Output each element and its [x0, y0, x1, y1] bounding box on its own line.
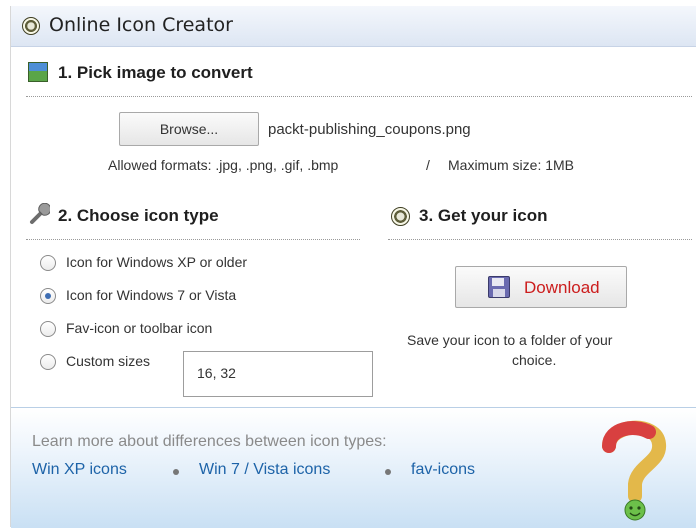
download-label: Download [524, 278, 600, 297]
option-favicon-label[interactable]: Fav-icon or toolbar icon [66, 320, 212, 336]
browse-button[interactable]: Browse... [119, 112, 259, 146]
window-title: Online Icon Creator [49, 14, 233, 36]
get-icon-ring-icon [391, 207, 410, 226]
section-get-title: 3. Get your icon [419, 206, 548, 225]
custom-sizes-input[interactable]: 16, 32 [183, 351, 373, 397]
divider-get [388, 239, 692, 240]
app-window: Online Icon Creator 1. Pick image to con… [10, 6, 696, 528]
option-custom-label[interactable]: Custom sizes [66, 353, 150, 369]
radio-win7[interactable] [40, 288, 56, 304]
separator: / [426, 157, 430, 173]
selected-filename: packt-publishing_coupons.png [268, 121, 471, 138]
divider-pick [26, 96, 692, 97]
option-win7-label[interactable]: Icon for Windows 7 or Vista [66, 287, 236, 303]
radio-selected-dot [45, 293, 51, 299]
link-win-xp-icons[interactable]: Win XP icons [32, 461, 127, 479]
download-button[interactable]: Download [455, 266, 627, 308]
max-size: Maximum size: 1MB [448, 157, 575, 173]
option-xp-label[interactable]: Icon for Windows XP or older [66, 254, 247, 270]
bullet-2 [385, 469, 391, 475]
picture-icon [28, 62, 48, 82]
save-text-line2: choice. [512, 352, 557, 368]
link-win7-vista-icons[interactable]: Win 7 / Vista icons [199, 461, 330, 479]
help-question-icon [595, 418, 675, 526]
divider-type [26, 239, 360, 240]
radio-custom[interactable] [40, 354, 56, 370]
app-ring-icon [22, 17, 40, 35]
section-type-title: 2. Choose icon type [58, 206, 219, 225]
wrench-icon [28, 202, 52, 225]
link-fav-icons[interactable]: fav-icons [411, 461, 475, 479]
radio-favicon[interactable] [40, 321, 56, 337]
learn-more-text: Learn more about differences between ico… [32, 433, 387, 450]
title-bar: Online Icon Creator [11, 6, 696, 47]
bullet-1 [173, 469, 179, 475]
allowed-formats: Allowed formats: .jpg, .png, .gif, .bmp [108, 157, 339, 173]
save-text-line1: Save your icon to a folder of your [407, 332, 613, 348]
footer-panel: Learn more about differences between ico… [11, 407, 696, 528]
floppy-disk-icon [488, 276, 510, 298]
radio-xp[interactable] [40, 255, 56, 271]
section-pick-title: 1. Pick image to convert [58, 63, 253, 82]
